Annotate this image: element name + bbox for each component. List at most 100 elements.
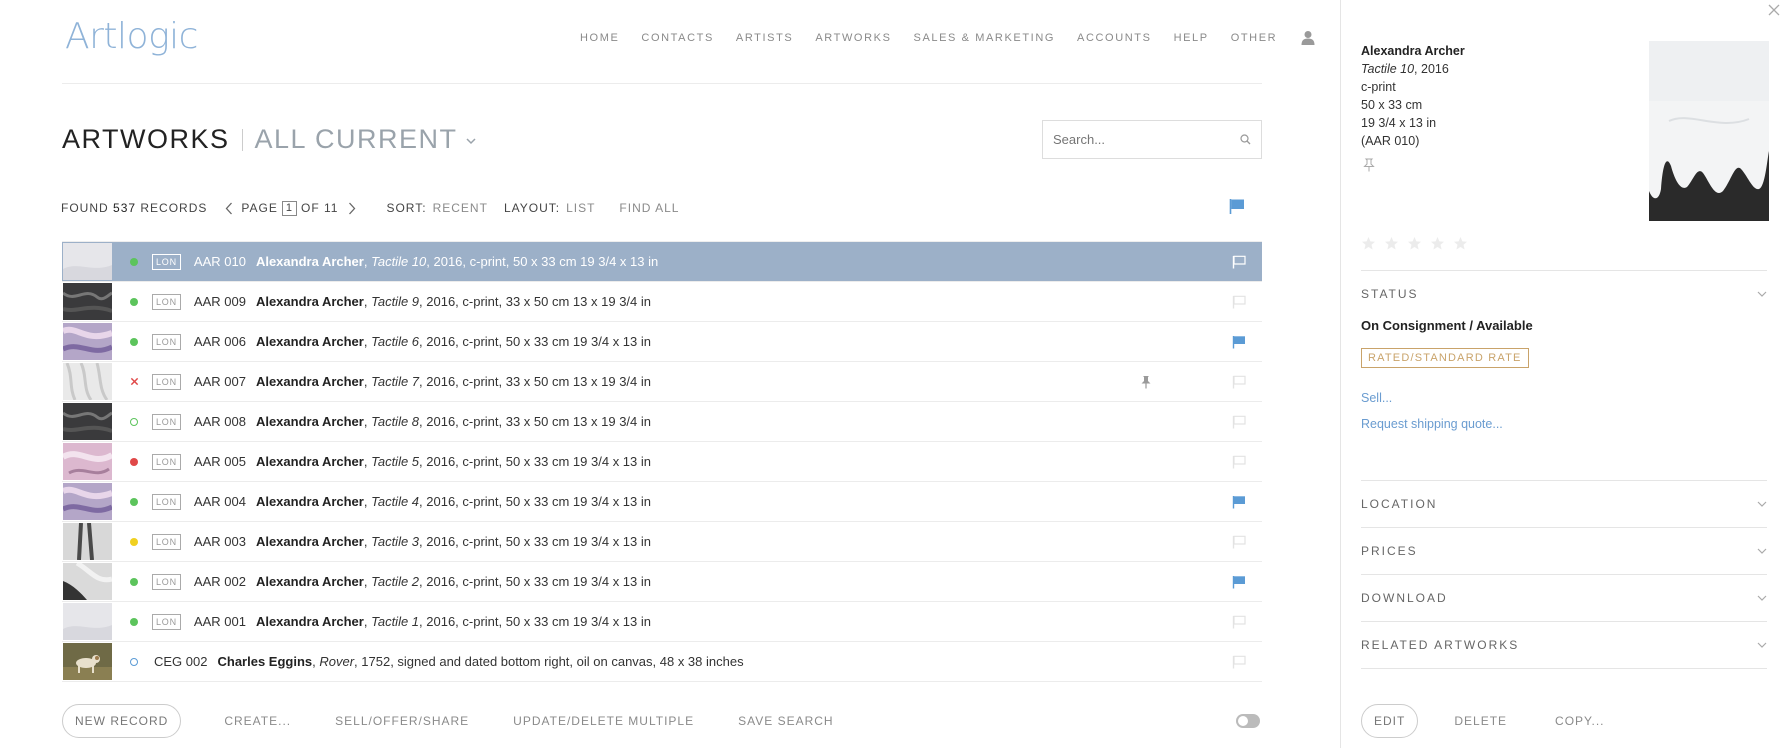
view-toggle[interactable] <box>1236 714 1260 728</box>
artwork-thumbnail[interactable] <box>63 603 112 640</box>
flag-icon[interactable] <box>1232 495 1246 509</box>
chevron-right-icon[interactable] <box>348 202 356 215</box>
artlogic-logo[interactable]: Artlogic <box>65 16 198 57</box>
vat-rate-badge: RATED/STANDARD RATE <box>1361 348 1529 368</box>
row-artist: Alexandra Archer <box>255 574 364 589</box>
flag-icon[interactable] <box>1232 295 1246 309</box>
stock-ref: AAR 002 <box>193 574 246 589</box>
status-section-header[interactable]: STATUS <box>1361 271 1767 317</box>
flag-icon[interactable] <box>1232 255 1246 269</box>
flag-icon[interactable] <box>1232 375 1246 389</box>
title-divider <box>241 128 243 151</box>
table-row[interactable]: LON AAR 003 Alexandra Archer, Tactile 3, 2… <box>62 522 1262 562</box>
artwork-preview-image[interactable] <box>1649 41 1769 221</box>
sell-link[interactable]: Sell... <box>1361 391 1392 405</box>
sell-offer-share-button[interactable]: SELL/OFFER/SHARE <box>335 714 469 728</box>
related-artworks-section-header[interactable]: RELATED ARTWORKS <box>1361 622 1767 668</box>
availability-status-icon <box>129 497 139 507</box>
pin-icon[interactable] <box>1140 375 1152 389</box>
table-row[interactable]: LON AAR 004 Alexandra Archer, Tactile 4, 2… <box>62 482 1262 522</box>
nav-other[interactable]: OTHER <box>1231 32 1278 44</box>
row-details: , 2016, c-print, 50 x 33 cm 19 3/4 x 13 … <box>419 534 651 549</box>
stock-ref: AAR 008 <box>193 414 246 429</box>
save-search-button[interactable]: SAVE SEARCH <box>738 714 833 728</box>
records-label: RECORDS <box>140 201 208 215</box>
nav-help[interactable]: HELP <box>1174 32 1209 44</box>
row-artist: Alexandra Archer <box>255 254 364 269</box>
create-button[interactable]: CREATE... <box>224 714 291 728</box>
artwork-thumbnail[interactable] <box>63 563 112 600</box>
table-row[interactable]: LON AAR 006 Alexandra Archer, Tactile 6, 2… <box>62 322 1262 362</box>
location-heading: LOCATION <box>1361 497 1438 511</box>
new-record-button[interactable]: NEW RECORD <box>62 704 182 738</box>
flag-icon[interactable] <box>1232 535 1246 549</box>
artwork-thumbnail[interactable] <box>63 243 112 280</box>
table-row[interactable]: LON AAR 001 Alexandra Archer, Tactile 1, 2… <box>62 602 1262 642</box>
stock-ref: AAR 010 <box>193 254 246 269</box>
nav-artworks[interactable]: ARTWORKS <box>815 32 891 44</box>
page-number-input[interactable]: 1 <box>281 200 297 216</box>
artwork-thumbnail[interactable] <box>63 403 112 440</box>
table-row[interactable]: LON AAR 010 Alexandra Archer, Tactile 10, … <box>62 242 1262 282</box>
star-icon[interactable] <box>1453 236 1468 251</box>
artwork-thumbnail[interactable] <box>63 363 112 400</box>
star-icon[interactable] <box>1361 236 1376 251</box>
table-row[interactable]: LON AAR 005 Alexandra Archer, Tactile 5, 2… <box>62 442 1262 482</box>
table-row[interactable]: LON AAR 008 Alexandra Archer, Tactile 8, 2… <box>62 402 1262 442</box>
update-delete-multiple-button[interactable]: UPDATE/DELETE MULTIPLE <box>513 714 694 728</box>
location-badge: LON <box>152 453 181 470</box>
flag-icon[interactable] <box>1232 615 1246 629</box>
flag-icon[interactable] <box>1232 575 1246 589</box>
table-row[interactable]: LON AAR 009 Alexandra Archer, Tactile 9, 2… <box>62 282 1262 322</box>
table-row[interactable]: CEG 002 Charles Eggins, Rover, 1752, sign… <box>62 642 1262 682</box>
location-section-header[interactable]: LOCATION <box>1361 481 1767 527</box>
copy-button[interactable]: COPY... <box>1555 714 1604 728</box>
artwork-thumbnail[interactable] <box>63 643 112 680</box>
flag-icon[interactable] <box>1232 655 1246 669</box>
artwork-thumbnail[interactable] <box>63 483 112 520</box>
table-row[interactable]: LON AAR 007 Alexandra Archer, Tactile 7, 2… <box>62 362 1262 402</box>
row-details: , 2016, c-print, 50 x 33 cm 19 3/4 x 13 … <box>426 254 659 269</box>
flag-icon[interactable] <box>1232 415 1246 429</box>
artwork-thumbnail[interactable] <box>63 283 112 320</box>
availability-status-icon <box>129 457 139 467</box>
nav-accounts[interactable]: ACCOUNTS <box>1077 32 1152 44</box>
table-row[interactable]: LON AAR 002 Alexandra Archer, Tactile 2, 2… <box>62 562 1262 602</box>
search-input[interactable] <box>1053 132 1240 147</box>
row-details: , 2016, c-print, 50 x 33 cm 19 3/4 x 13 … <box>419 614 651 629</box>
star-icon[interactable] <box>1407 236 1422 251</box>
artwork-description: Alexandra Archer, Tactile 3, 2016, c-pri… <box>255 534 651 549</box>
search-icon[interactable] <box>1240 134 1251 145</box>
delete-button[interactable]: DELETE <box>1454 714 1507 728</box>
star-icon[interactable] <box>1430 236 1445 251</box>
pin-icon[interactable] <box>1363 158 1375 172</box>
nav-artists[interactable]: ARTISTS <box>736 32 793 44</box>
download-section-header[interactable]: DOWNLOAD <box>1361 575 1767 621</box>
close-icon[interactable] <box>1766 2 1782 18</box>
edit-button[interactable]: EDIT <box>1361 704 1419 738</box>
find-all-button[interactable]: FIND ALL <box>619 201 679 215</box>
artwork-thumbnail[interactable] <box>63 323 112 360</box>
prices-section-header[interactable]: PRICES <box>1361 528 1767 574</box>
flag-icon[interactable] <box>1232 455 1246 469</box>
detail-ref: (AAR 010) <box>1361 134 1420 148</box>
layout-selector[interactable]: LIST <box>566 201 595 215</box>
flag-icon[interactable] <box>1232 335 1246 349</box>
nav-home[interactable]: HOME <box>580 32 619 44</box>
flag-icon[interactable] <box>1229 198 1245 215</box>
sort-selector[interactable]: RECENT <box>433 201 488 215</box>
page-label: PAGE <box>241 201 278 215</box>
nav-contacts[interactable]: CONTACTS <box>641 32 713 44</box>
artwork-thumbnail[interactable] <box>63 523 112 560</box>
row-details: , 1752, signed and dated bottom right, o… <box>354 654 744 669</box>
artwork-thumbnail[interactable] <box>63 443 112 480</box>
star-icon[interactable] <box>1384 236 1399 251</box>
request-shipping-quote-link[interactable]: Request shipping quote... <box>1361 417 1503 431</box>
row-title: Tactile 5 <box>371 454 420 469</box>
nav-sales-marketing[interactable]: SALES & MARKETING <box>914 32 1056 44</box>
chevron-left-icon[interactable] <box>225 202 233 215</box>
row-title: Tactile 1 <box>371 614 420 629</box>
view-selector[interactable]: ALL CURRENT <box>255 124 476 155</box>
artwork-description: Alexandra Archer, Tactile 2, 2016, c-pri… <box>255 574 651 589</box>
user-icon[interactable] <box>1301 30 1315 45</box>
